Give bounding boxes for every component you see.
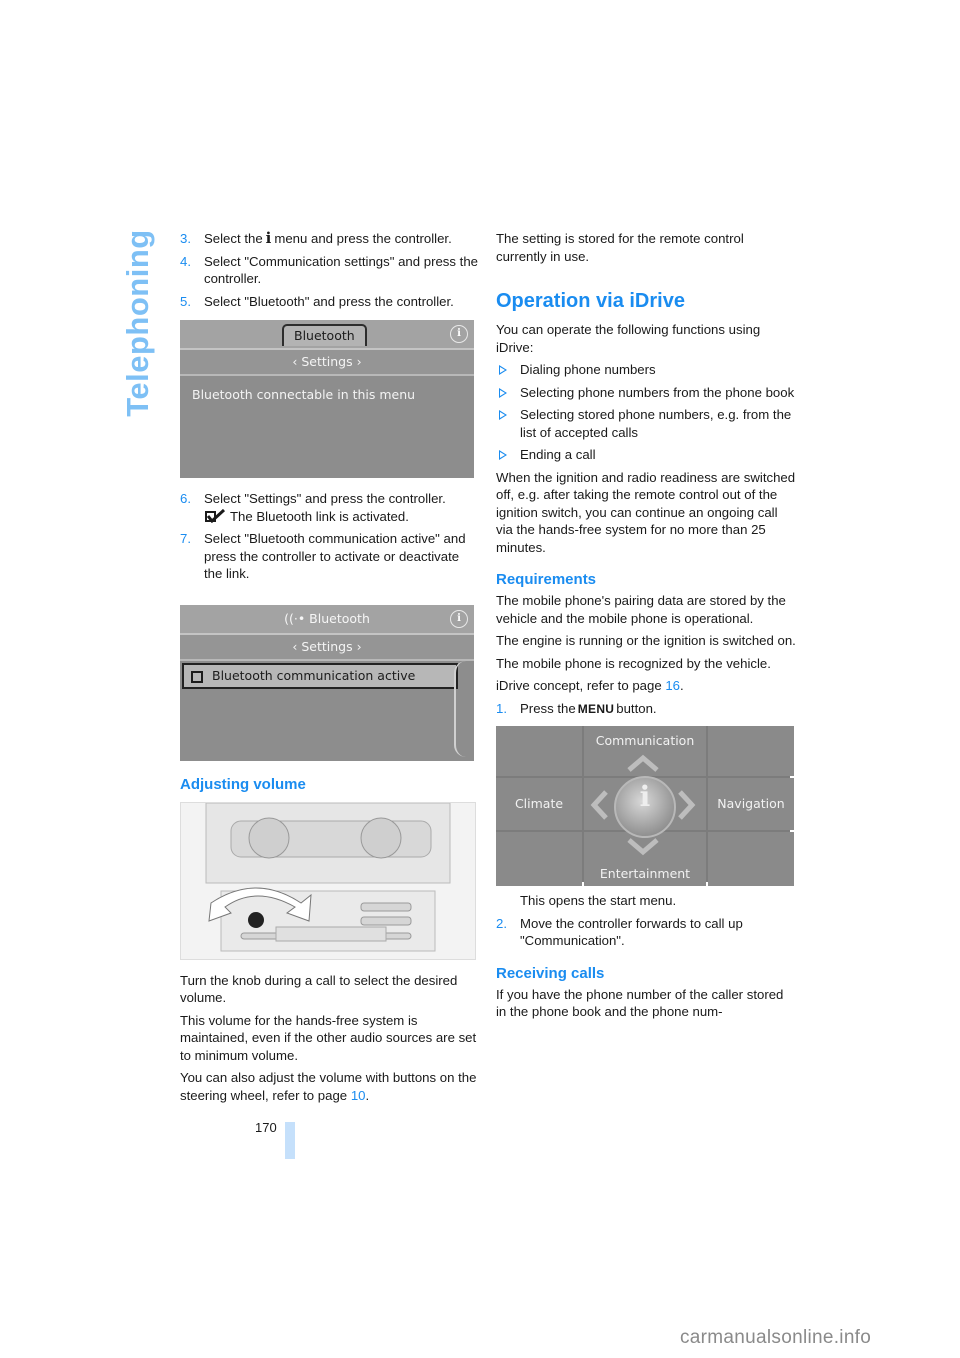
idrive-controller-knob[interactable]: i <box>614 776 676 838</box>
page-16-link[interactable]: 16 <box>665 678 680 693</box>
bullet-text: Ending a call <box>520 447 596 462</box>
bullet-text: Selecting stored phone numbers, e.g. fro… <box>520 407 792 440</box>
requirement-1: The mobile phone's pairing data are stor… <box>496 593 786 626</box>
step-text: Select the <box>204 231 263 246</box>
section-title-text: Telephoning <box>120 229 155 417</box>
section-side-title: Telephoning <box>118 228 158 418</box>
step-number: 5. <box>180 293 191 309</box>
ref-text: You can also adjust the volume with butt… <box>180 1070 477 1103</box>
checkbox-unchecked-icon[interactable] <box>191 670 203 683</box>
volume-para-1: Turn the knob during a call to select th… <box>180 972 458 1006</box>
requirement-3: The mobile phone is recognized by the ve… <box>496 655 771 671</box>
step-number: 1. <box>496 700 507 716</box>
right-column: The setting is stored for the remote con… <box>496 230 796 1026</box>
receiving-para: If you have the phone number of the call… <box>496 986 784 1020</box>
checkbox-checked-icon <box>205 508 226 523</box>
menu-button-icon: MENU <box>577 701 615 716</box>
bullet-text: Dialing phone numbers <box>520 362 656 377</box>
step-text: menu and press the controller. <box>274 231 452 246</box>
settings-subheader[interactable]: ‹ Settings › <box>180 350 474 376</box>
step-number: 2. <box>496 915 507 931</box>
scroll-bar <box>454 660 468 757</box>
step-number: 3. <box>180 231 191 246</box>
bluetooth-screen-1: Bluetooth i ‹ Settings › Bluetooth conne… <box>180 320 474 478</box>
screen-header: Bluetooth i <box>180 320 474 350</box>
stored-setting-para: The setting is stored for the remote con… <box>496 231 744 264</box>
step-number: 6. <box>180 491 191 506</box>
step-4: 4. Select "Communication settings" and p… <box>180 253 478 288</box>
info-i-icon: i <box>265 229 272 247</box>
step-7: 7. Select "Bluetooth communication activ… <box>180 530 478 583</box>
step-text: Select "Bluetooth communication active" … <box>204 531 466 581</box>
volume-knob <box>248 911 264 928</box>
watermark[interactable]: carmanualsonline.info <box>680 1327 871 1349</box>
step-number: 4. <box>180 253 191 269</box>
bluetooth-screen-2: ((·• Bluetooth i ‹ Settings › Bluetooth … <box>180 604 474 761</box>
screen-body-text: Bluetooth connectable in this menu <box>192 387 416 402</box>
bluetooth-tab[interactable]: Bluetooth <box>282 324 367 346</box>
step-text: Move the controller forwards to call up … <box>520 915 743 949</box>
page-number: 170 <box>255 1120 277 1135</box>
page-10-link[interactable]: 10 <box>351 1088 366 1103</box>
info-icon[interactable]: i <box>450 325 468 343</box>
settings-subheader[interactable]: ‹ Settings › <box>180 634 474 661</box>
bullet-triangle-icon <box>499 410 507 420</box>
volume-para-2: This volume for the hands-free system is… <box>180 1012 477 1063</box>
bullet-item: Selecting phone numbers from the phone b… <box>496 384 796 402</box>
volume-para-3: You can also adjust the volume with butt… <box>180 1069 478 1104</box>
screen-header: ((·• Bluetooth i <box>180 604 474 635</box>
idrive-ref: iDrive concept, refer to page 16. <box>496 677 796 695</box>
ignition-para: When the ignition and radio readiness ar… <box>496 469 796 555</box>
dashboard-drawing <box>205 802 451 951</box>
requirement-2: The engine is running or the ignition is… <box>496 633 796 648</box>
step-text: Select "Bluetooth" and press the control… <box>204 293 454 309</box>
idrive-start-menu: Communication Climate Navigation Enterta… <box>496 726 794 886</box>
step-text: Select "Communication settings" and pres… <box>204 253 478 287</box>
operation-via-idrive-heading: Operation via iDrive <box>496 290 685 312</box>
receiving-calls-heading: Receiving calls <box>496 964 605 982</box>
start-menu-note: This opens the start menu. <box>520 893 677 908</box>
step-5: 5. Select "Bluetooth" and press the cont… <box>180 293 478 311</box>
volume-knob-illustration <box>180 801 476 960</box>
option-label: Bluetooth communication active <box>212 667 416 683</box>
step-text: button. <box>616 700 657 716</box>
bluetooth-title: ((·• Bluetooth <box>284 610 370 626</box>
bullet-text: Selecting phone numbers from the phone b… <box>520 384 795 400</box>
step-6: 6. Select "Settings" and press the contr… <box>180 490 478 525</box>
ref-text: iDrive concept, refer to page <box>496 678 666 693</box>
ref-end: . <box>680 678 684 693</box>
bullet-triangle-icon <box>499 387 507 398</box>
step-1: 1. Press the MENU button. <box>496 700 796 719</box>
step-number: 7. <box>180 531 191 546</box>
bullet-item: Ending a call <box>496 446 796 464</box>
page-marker-bar <box>285 1122 295 1159</box>
step-subtext: The Bluetooth link is activated. <box>230 508 409 524</box>
step-text: Press the <box>520 700 576 716</box>
bluetooth-communication-active-option[interactable]: Bluetooth communication active <box>182 662 458 689</box>
bullet-item: Selecting stored phone numbers, e.g. fro… <box>496 406 796 441</box>
bullet-triangle-icon <box>499 450 507 460</box>
bullet-item: Dialing phone numbers <box>496 361 796 379</box>
operation-intro: You can operate the following functions … <box>496 322 761 355</box>
adjusting-volume-heading: Adjusting volume <box>180 775 306 793</box>
step-3: 3. Select the i menu and press the control… <box>180 229 478 248</box>
info-i-icon: i <box>639 780 651 813</box>
requirements-heading: Requirements <box>496 571 597 588</box>
step-2: 2. Move the controller forwards to call … <box>496 915 796 950</box>
info-icon[interactable]: i <box>450 609 468 628</box>
bullet-triangle-icon <box>499 365 507 375</box>
ref-end: . <box>365 1087 370 1103</box>
left-column: 3. Select the i menu and press the control… <box>180 229 478 1109</box>
step-text: Select "Settings" and press the controll… <box>204 491 446 506</box>
